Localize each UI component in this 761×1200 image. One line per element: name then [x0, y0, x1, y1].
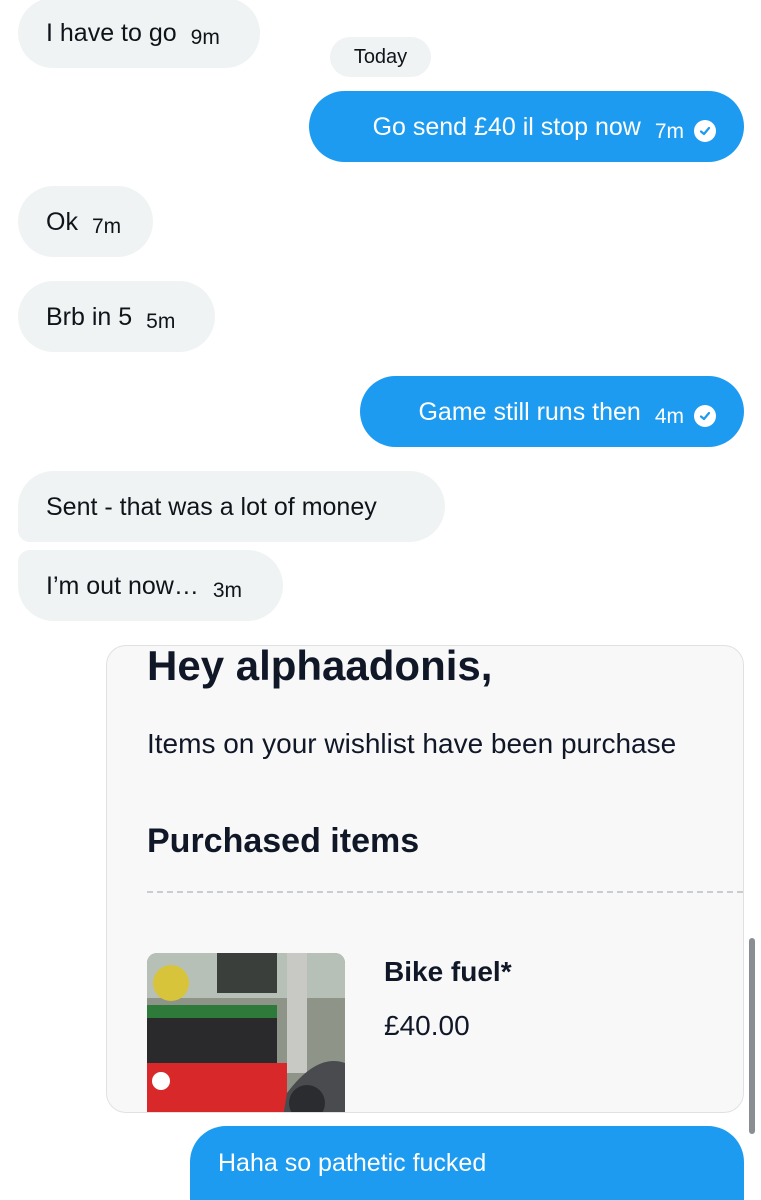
dashed-divider [147, 891, 743, 893]
message-bubble-incoming[interactable]: Brb in 5 5m [18, 281, 215, 352]
item-name: Bike fuel* [384, 956, 512, 987]
message-text: Sent - that was a lot of money [46, 492, 377, 521]
purchased-items-heading: Purchased items [147, 822, 420, 860]
message-text: Game still runs then [418, 397, 641, 426]
email-greeting: Hey alphaadonis, [147, 645, 493, 689]
message-bubble-incoming[interactable]: I’m out now… 3m [18, 550, 283, 621]
message-time: 9m [190, 26, 220, 49]
message-bubble-outgoing[interactable]: Game still runs then 4m [360, 376, 744, 447]
date-divider: Today [330, 37, 431, 77]
shared-email-card[interactable]: Hey alphaadonis, Items on your wishlist … [106, 645, 744, 1113]
message-bubble-incoming[interactable]: Ok 7m [18, 186, 153, 257]
message-bubble-incoming[interactable]: Sent - that was a lot of money [18, 471, 445, 542]
message-text: Brb in 5 [46, 302, 133, 331]
message-time: 7m [654, 119, 684, 143]
message-bubble-outgoing[interactable]: Haha so pathetic fucked [190, 1126, 744, 1200]
item-price: £40.00 [384, 1010, 470, 1041]
message-text: Go send £40 il stop now [372, 112, 641, 141]
message-text: I’m out now… [46, 571, 199, 600]
message-time: 4m [654, 404, 684, 428]
check-circle-icon [694, 119, 716, 142]
message-time: 5m [146, 309, 176, 333]
item-photo [147, 953, 345, 1112]
check-circle-icon [694, 404, 716, 427]
message-time: 3m [212, 578, 243, 602]
scrollbar[interactable] [749, 938, 755, 1134]
message-time: 7m [91, 214, 122, 238]
message-text: I have to go [46, 19, 177, 47]
message-bubble-outgoing[interactable]: Go send £40 il stop now 7m [309, 91, 744, 162]
email-message: Items on your wishlist have been purchas… [147, 728, 677, 759]
message-bubble-incoming[interactable]: I have to go 9m [18, 0, 260, 68]
date-divider-label: Today [353, 45, 408, 68]
message-text: Ok [46, 207, 78, 236]
message-text: Haha so pathetic fucked [218, 1149, 487, 1177]
